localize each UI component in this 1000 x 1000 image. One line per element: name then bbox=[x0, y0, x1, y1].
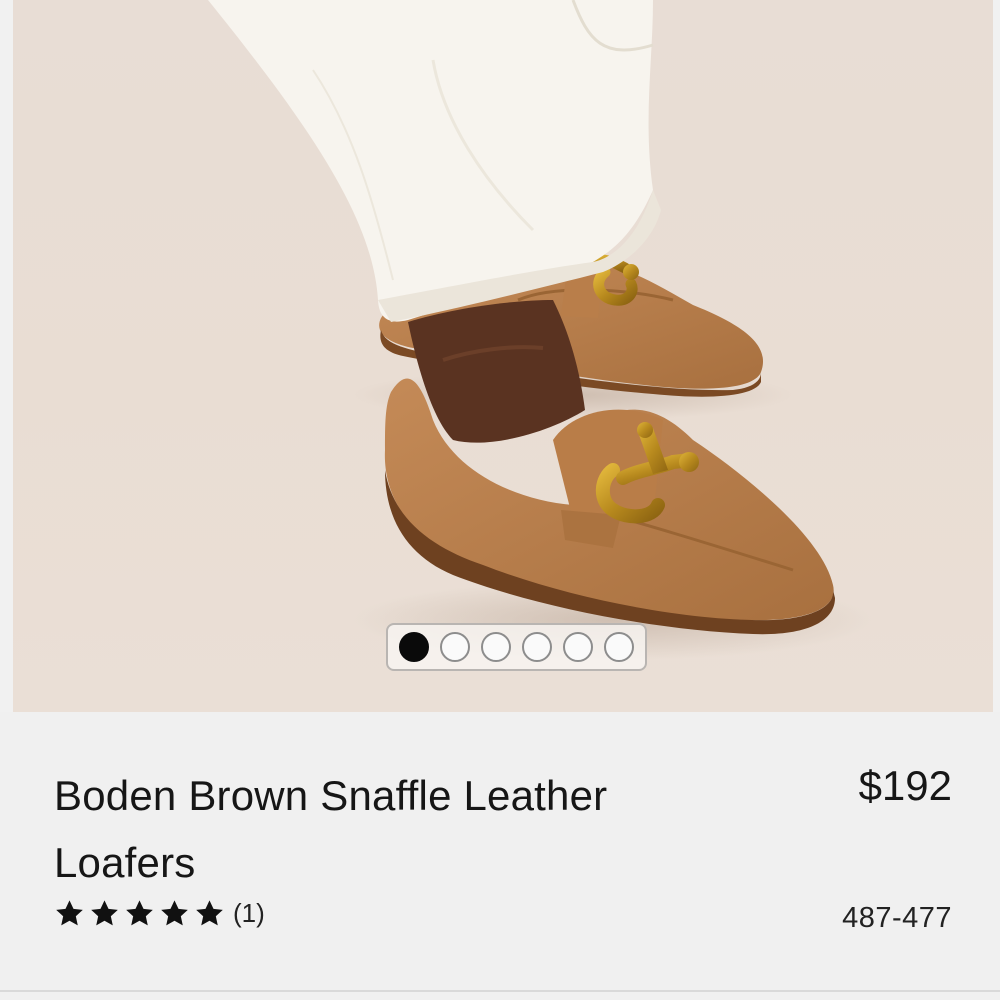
product-image[interactable] bbox=[13, 0, 993, 712]
pagination-dot-1[interactable] bbox=[399, 632, 429, 662]
pagination-dot-2[interactable] bbox=[440, 632, 470, 662]
star-icon bbox=[91, 900, 118, 926]
star-icon bbox=[126, 900, 153, 926]
star-icon bbox=[196, 900, 223, 926]
product-price: $192 bbox=[858, 762, 952, 809]
pagination-dot-3[interactable] bbox=[481, 632, 511, 662]
loafers-illustration bbox=[208, 0, 873, 660]
product-title: Boden Brown Snaffle Leather Loafers bbox=[54, 772, 608, 886]
star-icon bbox=[161, 900, 188, 926]
rating-row[interactable]: (1) bbox=[54, 898, 265, 929]
pagination-dot-5[interactable] bbox=[563, 632, 593, 662]
review-count[interactable]: (1) bbox=[233, 898, 265, 929]
pagination-dot-6[interactable] bbox=[604, 632, 634, 662]
divider bbox=[0, 990, 1000, 992]
product-sku: 487-477 bbox=[842, 902, 952, 934]
image-pagination bbox=[386, 623, 647, 671]
product-info: Boden Brown Snaffle Leather Loafers $192… bbox=[0, 712, 1000, 1000]
pagination-dot-4[interactable] bbox=[522, 632, 552, 662]
star-icon bbox=[56, 900, 83, 926]
